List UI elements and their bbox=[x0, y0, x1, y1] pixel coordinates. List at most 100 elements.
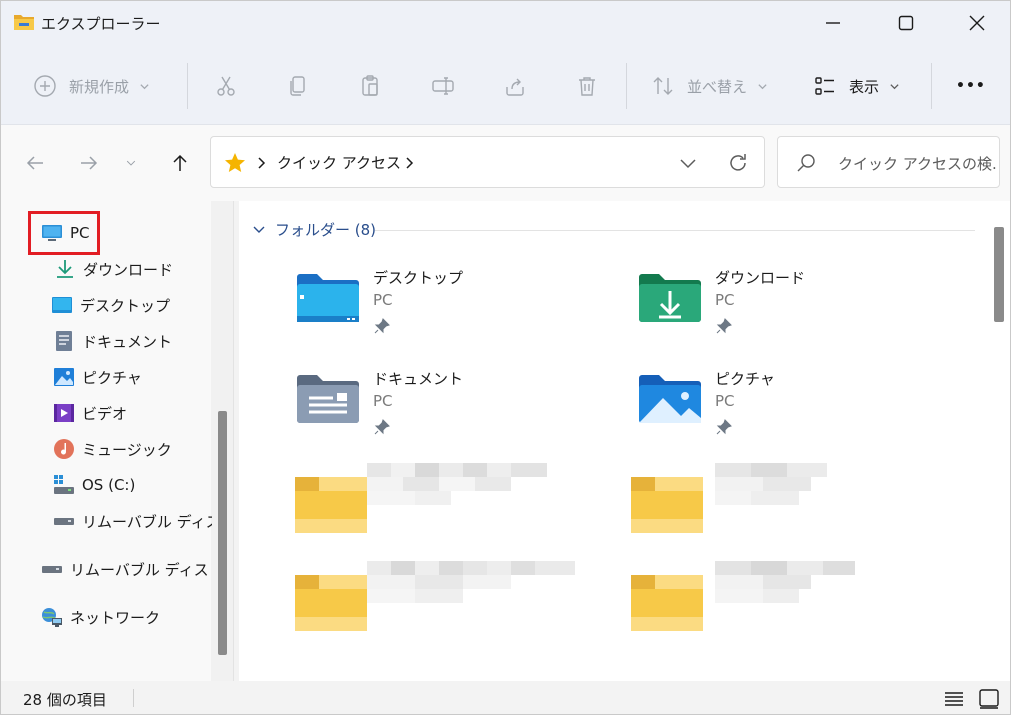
nav-item-removable-disk[interactable]: リムーバブル ディスク bbox=[53, 507, 212, 535]
chevron-right-icon[interactable] bbox=[405, 156, 415, 170]
blurred-folder-tile[interactable] bbox=[295, 561, 585, 637]
folder-tile-documents[interactable]: ドキュメント PC bbox=[295, 368, 595, 448]
status-bar: 28 個の項目 bbox=[1, 681, 1010, 714]
address-row: クイック アクセス クイック アクセスの検... bbox=[1, 125, 1010, 201]
nav-item-os-drive[interactable]: OS (C:) bbox=[53, 471, 135, 499]
music-icon bbox=[54, 439, 74, 459]
chevron-down-icon bbox=[253, 226, 265, 233]
more-options-button[interactable]: ••• bbox=[956, 67, 986, 105]
search-box[interactable]: クイック アクセスの検... bbox=[777, 136, 1000, 188]
folder-icon bbox=[295, 561, 575, 631]
rename-button[interactable] bbox=[431, 67, 455, 105]
status-separator bbox=[133, 689, 134, 707]
folder-tile-desktop[interactable]: デスクトップ PC bbox=[295, 267, 595, 347]
nav-item-desktop[interactable]: デスクトップ bbox=[51, 291, 170, 319]
folder-location: PC bbox=[373, 291, 393, 309]
cut-icon bbox=[217, 76, 235, 96]
nav-item-pictures[interactable]: ピクチャ bbox=[53, 363, 142, 391]
folder-location: PC bbox=[715, 392, 735, 410]
nav-item-label: ドキュメント bbox=[82, 332, 173, 351]
nav-item-videos[interactable]: ビデオ bbox=[53, 399, 127, 427]
view-list-icon bbox=[815, 77, 834, 95]
document-icon bbox=[56, 331, 72, 351]
folder-icon bbox=[631, 463, 827, 533]
cut-button[interactable] bbox=[214, 67, 238, 105]
new-button-label: 新規作成 bbox=[69, 77, 130, 96]
nav-item-documents[interactable]: ドキュメント bbox=[53, 327, 172, 355]
group-header-label: フォルダー (8) bbox=[275, 220, 377, 239]
title-bar: エクスプローラー bbox=[1, 1, 1010, 45]
address-history-chevron-icon[interactable] bbox=[676, 151, 700, 175]
close-icon bbox=[969, 15, 985, 31]
nav-item-label: ビデオ bbox=[82, 404, 128, 423]
copy-icon bbox=[290, 76, 305, 96]
arrow-right-icon bbox=[81, 156, 98, 170]
content-scrollbar[interactable] bbox=[994, 227, 1004, 322]
blurred-folder-tile[interactable] bbox=[631, 463, 851, 539]
maximize-button[interactable] bbox=[871, 1, 941, 45]
nav-item-downloads[interactable]: ダウンロード bbox=[54, 255, 173, 283]
command-bar: 新規作成 並べ替え 表示 ••• bbox=[1, 45, 1010, 125]
command-separator bbox=[626, 63, 627, 109]
arrow-up-icon bbox=[173, 154, 187, 171]
sort-button-label: 並べ替え bbox=[687, 77, 748, 96]
picture-icon bbox=[54, 368, 74, 386]
folder-icon bbox=[631, 561, 855, 631]
close-button[interactable] bbox=[942, 1, 1010, 45]
nav-item-label: OS (C:) bbox=[82, 476, 136, 494]
breadcrumb-quick-access[interactable]: クイック アクセス bbox=[277, 152, 401, 173]
refresh-icon[interactable] bbox=[726, 151, 750, 175]
folder-tile-pictures[interactable]: ピクチャ PC bbox=[637, 368, 937, 448]
star-icon bbox=[225, 153, 245, 172]
network-icon bbox=[42, 608, 62, 627]
maximize-icon bbox=[898, 15, 914, 31]
back-button[interactable] bbox=[20, 149, 50, 177]
sort-button[interactable]: 並べ替え bbox=[651, 67, 768, 105]
nav-item-network[interactable]: ネットワーク bbox=[41, 603, 160, 631]
nav-item-label: リムーバブル ディスク bbox=[70, 560, 210, 579]
share-button[interactable] bbox=[503, 67, 527, 105]
folder-name: ドキュメント bbox=[373, 370, 464, 388]
search-icon bbox=[797, 154, 815, 172]
address-bar[interactable]: クイック アクセス bbox=[210, 136, 765, 188]
command-separator bbox=[931, 63, 932, 109]
navigation-pane-scrollbar[interactable] bbox=[218, 411, 227, 655]
pin-icon bbox=[716, 318, 732, 334]
blurred-folder-tile[interactable] bbox=[295, 463, 555, 539]
add-circle-icon bbox=[34, 75, 56, 97]
up-button[interactable] bbox=[165, 149, 195, 177]
share-icon bbox=[506, 78, 524, 96]
paste-button[interactable] bbox=[358, 67, 382, 105]
new-button[interactable]: 新規作成 bbox=[33, 67, 150, 105]
desktop-icon bbox=[52, 297, 72, 313]
drive-icon bbox=[54, 475, 74, 494]
nav-item-label: リムーバブル ディスク bbox=[82, 512, 212, 531]
minimize-button[interactable] bbox=[798, 1, 868, 45]
recent-locations-button[interactable] bbox=[119, 149, 143, 177]
sort-icon bbox=[653, 77, 673, 95]
large-icons-view-icon[interactable] bbox=[977, 687, 1001, 711]
download-folder-icon bbox=[639, 274, 701, 322]
paste-icon bbox=[362, 75, 378, 96]
nav-item-removable-disk-2[interactable]: リムーバブル ディスク bbox=[41, 555, 210, 583]
chevron-down-icon bbox=[758, 83, 767, 89]
forward-button[interactable] bbox=[74, 149, 104, 177]
nav-item-label: ミュージック bbox=[82, 440, 172, 459]
arrow-left-icon bbox=[26, 156, 43, 170]
explorer-window: エクスプローラー 新規作成 並べ替え 表示 ••• クイック アクセス クイック… bbox=[0, 0, 1011, 715]
blurred-folder-tile[interactable] bbox=[631, 561, 861, 637]
nav-item-music[interactable]: ミュージック bbox=[53, 435, 172, 463]
nav-item-label: ネットワーク bbox=[70, 608, 161, 627]
nav-item-label: ピクチャ bbox=[82, 368, 142, 387]
video-icon bbox=[54, 404, 74, 422]
copy-button[interactable] bbox=[286, 67, 310, 105]
group-header-folders[interactable]: フォルダー (8) bbox=[253, 219, 376, 239]
delete-button[interactable] bbox=[575, 67, 599, 105]
details-view-icon[interactable] bbox=[942, 687, 966, 711]
group-divider bbox=[375, 230, 975, 231]
download-icon bbox=[57, 260, 73, 278]
command-separator bbox=[187, 63, 188, 109]
folder-tile-downloads[interactable]: ダウンロード PC bbox=[637, 267, 937, 347]
view-button[interactable]: 表示 bbox=[813, 67, 900, 105]
chevron-down-icon bbox=[140, 83, 149, 89]
